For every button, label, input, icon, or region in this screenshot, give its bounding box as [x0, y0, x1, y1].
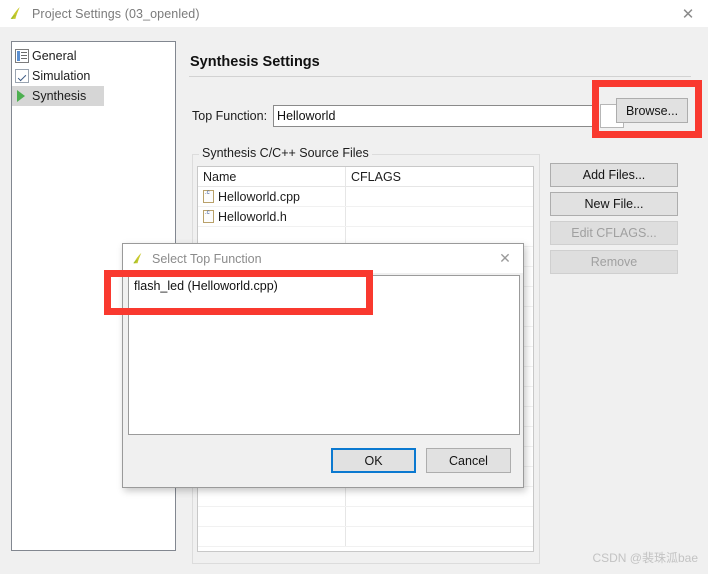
table-empty-row[interactable]: [198, 487, 533, 507]
close-icon[interactable]: ✕: [494, 248, 516, 268]
file-cflags[interactable]: [346, 187, 533, 206]
play-triangle-icon: [15, 89, 29, 103]
sidebar-item-label: General: [32, 49, 77, 63]
c-file-icon: [203, 210, 214, 223]
groupbox-legend: Synthesis C/C++ Source Files: [199, 146, 372, 160]
cancel-button[interactable]: Cancel: [426, 448, 511, 473]
remove-button: Remove: [550, 250, 678, 274]
table-row[interactable]: Helloworld.cpp: [198, 187, 533, 207]
title-divider: [189, 76, 691, 77]
sidebar-item-general[interactable]: General: [12, 46, 175, 66]
sidebar-item-simulation[interactable]: Simulation: [12, 66, 175, 86]
table-empty-row[interactable]: [198, 507, 533, 527]
list-item[interactable]: flash_led (Helloworld.cpp): [129, 276, 519, 296]
modal-footer: OK Cancel: [123, 435, 523, 487]
c-file-icon: [203, 190, 214, 203]
hls-leaf-icon: [8, 5, 25, 22]
checkbox-icon: [15, 69, 29, 83]
file-name: Helloworld.h: [218, 209, 287, 224]
sidebar-item-synthesis[interactable]: Synthesis: [12, 86, 104, 106]
table-row[interactable]: Helloworld.h: [198, 207, 533, 227]
file-cflags[interactable]: [346, 207, 533, 226]
table-header: Name CFLAGS: [198, 167, 533, 187]
window-title: Project Settings (03_openled): [32, 6, 200, 21]
form-list-icon: [15, 49, 29, 63]
function-list[interactable]: flash_led (Helloworld.cpp): [128, 275, 520, 435]
hls-leaf-icon: [131, 251, 146, 266]
column-header-cflags[interactable]: CFLAGS: [346, 167, 533, 186]
page-title: Synthesis Settings: [190, 54, 320, 70]
top-function-row: Top Function:: [192, 104, 625, 128]
new-file-button[interactable]: New File...: [550, 192, 678, 216]
add-files-button[interactable]: Add Files...: [550, 163, 678, 187]
top-function-label: Top Function:: [192, 109, 268, 123]
close-icon[interactable]: ✕: [676, 3, 700, 25]
column-header-name[interactable]: Name: [198, 167, 346, 186]
modal-title: Select Top Function: [152, 251, 262, 266]
file-action-buttons: Add Files... New File... Edit CFLAGS... …: [550, 163, 680, 279]
project-settings-window: Project Settings (03_openled) ✕ General …: [0, 0, 708, 574]
window-titlebar: Project Settings (03_openled) ✕: [0, 0, 708, 27]
sidebar-item-label: Simulation: [32, 69, 91, 83]
select-top-function-dialog: Select Top Function ✕ flash_led (Hellowo…: [122, 243, 524, 488]
watermark: CSDN @裴珠泒bae: [592, 551, 698, 565]
table-empty-row[interactable]: [198, 527, 533, 547]
ok-button[interactable]: OK: [331, 448, 416, 473]
top-function-input[interactable]: [273, 105, 597, 127]
browse-button[interactable]: Browse...: [616, 98, 688, 123]
sidebar-item-label: Synthesis: [32, 89, 87, 103]
file-name: Helloworld.cpp: [218, 189, 300, 204]
modal-titlebar: Select Top Function ✕: [123, 244, 523, 273]
edit-cflags-button: Edit CFLAGS...: [550, 221, 678, 245]
